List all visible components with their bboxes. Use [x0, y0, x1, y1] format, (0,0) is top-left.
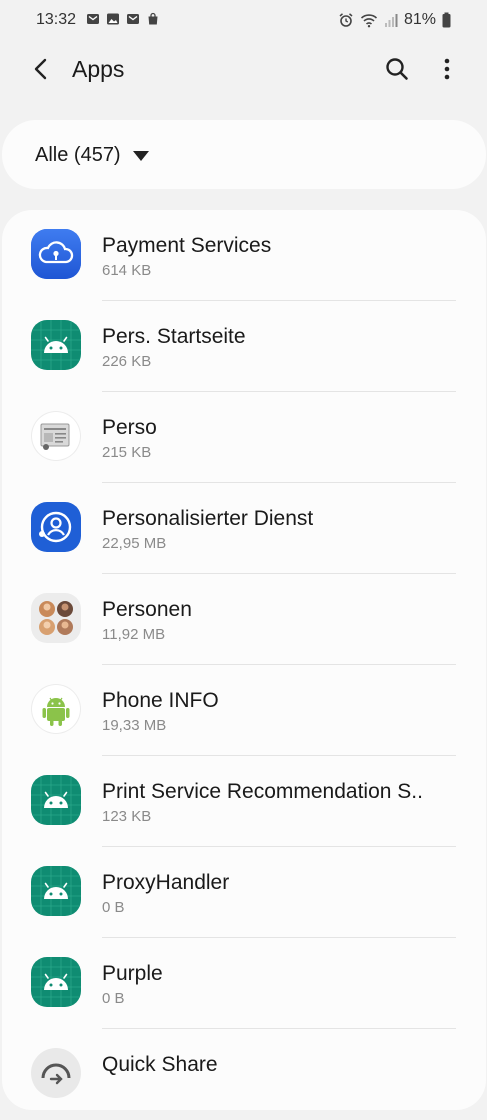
app-size: 0 B — [102, 899, 125, 916]
app-size: 614 KB — [102, 262, 152, 279]
search-icon — [386, 58, 408, 80]
app-list-item[interactable]: Perso 215 KB — [2, 392, 486, 483]
app-size: 123 KB — [102, 808, 152, 825]
cloud-key-icon — [31, 229, 81, 279]
more-vertical-icon — [444, 58, 450, 80]
shopping-bag-icon — [148, 12, 158, 25]
android-icon — [31, 866, 81, 916]
app-list-item[interactable]: Quick Share — [2, 1029, 486, 1120]
app-name: Personen — [102, 598, 192, 621]
dropdown-caret-icon — [133, 151, 149, 161]
app-size: 22,95 MB — [102, 535, 167, 552]
gmail-icon — [127, 14, 139, 24]
android-icon — [31, 957, 81, 1007]
back-button[interactable] — [26, 54, 56, 84]
app-name: ProxyHandler — [102, 871, 230, 894]
status-bar: 13:32 81% — [0, 0, 487, 40]
android-green-icon — [31, 684, 81, 734]
app-name: Personalisierter Dienst — [102, 507, 314, 530]
app-name: Payment Services — [102, 234, 272, 257]
quick-share-icon — [31, 1048, 81, 1098]
android-icon — [31, 775, 81, 825]
page-title: Apps — [72, 56, 125, 82]
app-name: Purple — [102, 962, 163, 985]
gallery-icon — [107, 13, 119, 25]
notification-icons — [86, 12, 160, 26]
app-list-item[interactable]: Print Service Recommendation S.. 123 KB — [2, 756, 486, 847]
filter-label: Alle (457) — [35, 144, 121, 166]
app-filter-dropdown[interactable]: Alle (457) — [2, 120, 486, 189]
app-list-item[interactable]: Personen 11,92 MB — [2, 574, 486, 665]
app-list-item[interactable]: Pers. Startseite 226 KB — [2, 301, 486, 392]
app-name: Quick Share — [102, 1053, 218, 1076]
more-options-button[interactable] — [432, 54, 462, 84]
status-time: 13:32 — [36, 11, 77, 28]
app-name: Phone INFO — [102, 689, 219, 712]
app-size: 215 KB — [102, 444, 152, 461]
battery-icon — [442, 12, 451, 28]
search-button[interactable] — [382, 54, 412, 84]
app-size: 19,33 MB — [102, 717, 167, 734]
app-list-item[interactable]: Purple 0 B — [2, 938, 486, 1029]
app-size: 11,92 MB — [102, 626, 166, 643]
battery-percent: 81% — [403, 11, 436, 28]
people-icon — [31, 593, 81, 643]
person-service-icon — [31, 502, 81, 552]
app-list-item[interactable]: ProxyHandler 0 B — [2, 847, 486, 938]
app-list-item[interactable]: Phone INFO 19,33 MB — [2, 665, 486, 756]
app-size: 0 B — [102, 990, 125, 1007]
gmail-icon — [87, 14, 99, 24]
app-bar: Apps — [0, 40, 487, 100]
app-size: 226 KB — [102, 353, 152, 370]
app-name: Print Service Recommendation S.. — [102, 780, 423, 803]
app-name: Pers. Startseite — [102, 325, 246, 348]
app-list-item[interactable]: Payment Services 614 KB — [2, 210, 486, 301]
android-icon — [31, 320, 81, 370]
signal-icon — [384, 14, 398, 27]
status-right: 81% — [338, 11, 451, 29]
app-list-item[interactable]: Personalisierter Dienst 22,95 MB — [2, 483, 486, 574]
wifi-icon — [360, 14, 378, 28]
app-list: Payment Services 614 KB Pers. Startseite… — [2, 210, 486, 1110]
back-arrow-icon — [34, 58, 47, 80]
alarm-icon — [339, 13, 353, 27]
app-name: Perso — [102, 416, 157, 439]
id-card-icon — [31, 411, 81, 461]
